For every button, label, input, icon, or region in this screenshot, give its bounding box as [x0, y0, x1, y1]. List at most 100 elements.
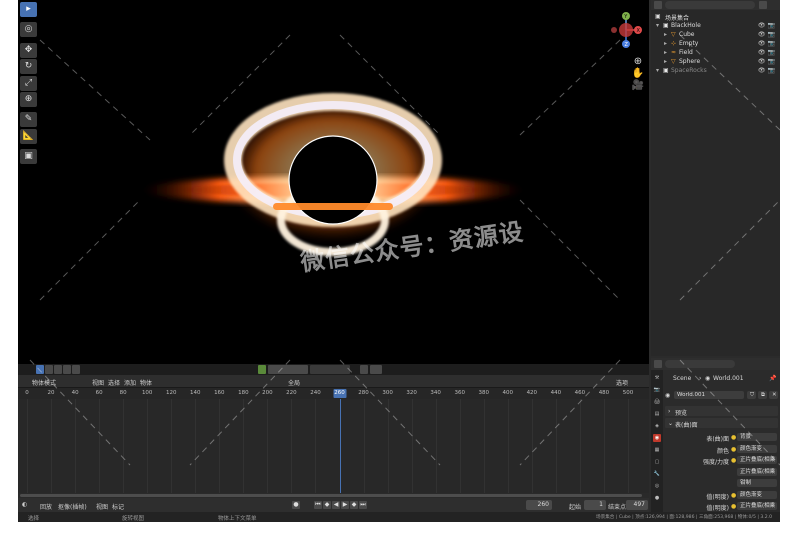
add-menu[interactable]: 添加	[124, 378, 136, 387]
transform-tool[interactable]: ⊕	[20, 91, 37, 107]
filter-icon[interactable]	[759, 1, 767, 9]
select-subtract-button[interactable]	[54, 365, 62, 374]
playback-menu[interactable]: 回放	[40, 502, 52, 511]
timeline-ruler[interactable]: 0 20 40 60 80 100 120 140 160 180 200 220 240 260 280 3…	[18, 388, 649, 399]
property-value-field[interactable]: 颜色渐变	[737, 490, 777, 499]
play-reverse-button[interactable]: ◀	[332, 501, 340, 509]
visibility-toggle-icon[interactable]: 👁📷	[758, 22, 777, 29]
tool-tab-icon[interactable]: ⚒	[653, 374, 661, 382]
timeline-view-menu[interactable]: 视图	[96, 502, 108, 511]
chevron-right-icon[interactable]: ▸	[664, 31, 667, 38]
visibility-toggle-icon[interactable]: 👁📷	[758, 58, 777, 65]
select-extend-button[interactable]	[45, 365, 53, 374]
shield-icon[interactable]: ⛉	[747, 391, 756, 399]
jump-start-button[interactable]: ⏮	[314, 501, 322, 509]
close-icon[interactable]: ✕	[769, 391, 778, 399]
outliner-item-spacerocks[interactable]: ▾ ▣ SpaceRocks 👁📷	[651, 66, 780, 75]
pan-hand-icon[interactable]: ✋	[631, 68, 645, 80]
start-frame-field[interactable]: 1	[584, 500, 606, 510]
outliner-item-empty[interactable]: ▸ ⊹ Empty 👁📷	[651, 39, 780, 48]
property-value-field[interactable]: 钳制	[737, 479, 777, 487]
select-intersect-button[interactable]	[72, 365, 80, 374]
options-menu[interactable]: 选项	[616, 378, 628, 387]
outliner-search-input[interactable]	[665, 1, 755, 9]
funnel-icon[interactable]	[370, 365, 382, 374]
select-invert-button[interactable]	[63, 365, 71, 374]
properties-editor-icon[interactable]	[654, 360, 662, 368]
copy-icon[interactable]: ⧉	[758, 391, 767, 399]
select-tool[interactable]: ▸	[20, 2, 37, 17]
view-menu[interactable]: 视图	[92, 378, 104, 387]
jump-key-back-button[interactable]: ◆	[323, 501, 331, 509]
visibility-toggle-icon[interactable]: 👁📷	[758, 40, 777, 47]
3d-viewport[interactable]: ▸ ◎ ✥ ↻ ⤢ ⊕ ✎ 📐 ▣ Y X Z ⊕ ✋ 🎥	[18, 0, 649, 364]
material-tab-icon[interactable]: ●	[653, 494, 661, 502]
filter-button[interactable]	[360, 365, 368, 374]
rotate-tool[interactable]: ↻	[20, 59, 37, 75]
chevron-down-icon[interactable]: ▾	[656, 22, 659, 29]
cursor-tool[interactable]: ◎	[20, 22, 37, 38]
playhead-line[interactable]	[339, 399, 341, 493]
collection-tab-icon[interactable]: ▦	[653, 446, 661, 454]
zoom-icon[interactable]: ⊕	[631, 56, 645, 68]
object-tab-icon[interactable]: ▢	[653, 458, 661, 466]
modifier-tab-icon[interactable]: 🔧	[653, 470, 661, 478]
search-input[interactable]	[310, 365, 350, 374]
global-orientation-dropdown[interactable]: 全局	[288, 378, 300, 387]
keying-menu[interactable]: 抠像(插帧)	[58, 502, 87, 511]
object-mode-dropdown[interactable]: 物体模式	[32, 378, 56, 387]
world-tab-icon[interactable]: ◉	[653, 434, 661, 442]
property-value-field[interactable]: 正片叠底(相乘 A*B)	[737, 467, 777, 476]
shading-buttons[interactable]	[268, 365, 308, 374]
current-frame-field[interactable]: 260	[526, 500, 552, 510]
socket-icon[interactable]: ●	[731, 492, 736, 499]
overlay-button[interactable]	[258, 365, 266, 374]
outliner-item-sphere[interactable]: ▸ ▽ Sphere 👁📷	[651, 57, 780, 66]
property-value-field[interactable]: 背景	[737, 433, 777, 441]
navigation-gizmo[interactable]: Y X Z	[606, 10, 646, 50]
socket-icon[interactable]: ●	[731, 446, 736, 453]
play-button[interactable]: ▶	[341, 501, 349, 509]
measure-tool[interactable]: 📐	[20, 128, 37, 144]
object-menu[interactable]: 物体	[140, 378, 152, 387]
property-value-field[interactable]: 颜色渐变	[737, 444, 777, 453]
outliner-item-blackhole[interactable]: ▾ ▣ BlackHole 👁📷	[651, 21, 780, 30]
camera-icon[interactable]: 🎥	[631, 80, 645, 92]
timeline-area[interactable]	[18, 399, 649, 493]
view-layer-tab-icon[interactable]: ▤	[653, 410, 661, 418]
physics-tab-icon[interactable]: ◎	[653, 482, 661, 490]
chevron-right-icon[interactable]: ▸	[664, 58, 667, 65]
scale-tool[interactable]: ⤢	[20, 75, 37, 91]
add-cube-tool[interactable]: ▣	[20, 149, 37, 165]
pin-icon[interactable]: 📌	[769, 375, 776, 382]
socket-icon[interactable]: ●	[731, 457, 736, 464]
render-tab-icon[interactable]: 📷	[653, 386, 661, 394]
chevron-right-icon[interactable]: ▸	[664, 49, 667, 56]
select-mode-button[interactable]	[36, 365, 44, 374]
outliner-item-field[interactable]: ▸ ≈ Field 👁📷	[651, 48, 780, 57]
select-menu[interactable]: 选择	[108, 378, 120, 387]
preview-panel-header[interactable]: › 预览	[665, 406, 778, 417]
end-frame-field[interactable]: 497	[626, 500, 648, 510]
outliner-item-cube[interactable]: ▸ ▽ Cube 👁📷	[651, 30, 780, 39]
editor-type-icon[interactable]: ◐	[22, 501, 27, 508]
visibility-toggle-icon[interactable]: 👁📷	[758, 31, 777, 38]
world-name-field[interactable]: World.001	[674, 391, 744, 399]
property-value-field[interactable]: 正片叠底(相乘 A*B)	[737, 456, 777, 464]
move-tool[interactable]: ✥	[20, 42, 37, 58]
world-datablock-icon[interactable]: ◉	[665, 392, 670, 399]
record-button[interactable]: ●	[292, 501, 300, 509]
outliner-scene-collection[interactable]: ▣ 场景集合	[651, 12, 780, 22]
jump-key-forward-button[interactable]: ◆	[350, 501, 358, 509]
annotate-tool[interactable]: ✎	[20, 112, 37, 128]
visibility-toggle-icon[interactable]: 👁📷	[758, 67, 777, 74]
marker-menu[interactable]: 标记	[112, 502, 124, 511]
visibility-toggle-icon[interactable]: 👁📷	[758, 49, 777, 56]
chevron-right-icon[interactable]: ▸	[664, 40, 667, 47]
property-value-field[interactable]: 正片叠底(相乘 A*B)	[737, 502, 777, 510]
properties-search-input[interactable]	[665, 360, 735, 368]
output-tab-icon[interactable]: 🖨	[653, 398, 661, 406]
playhead-frame-badge[interactable]: 260	[333, 389, 346, 398]
chevron-down-icon[interactable]: ▾	[656, 67, 659, 74]
socket-icon[interactable]: ●	[731, 503, 736, 510]
